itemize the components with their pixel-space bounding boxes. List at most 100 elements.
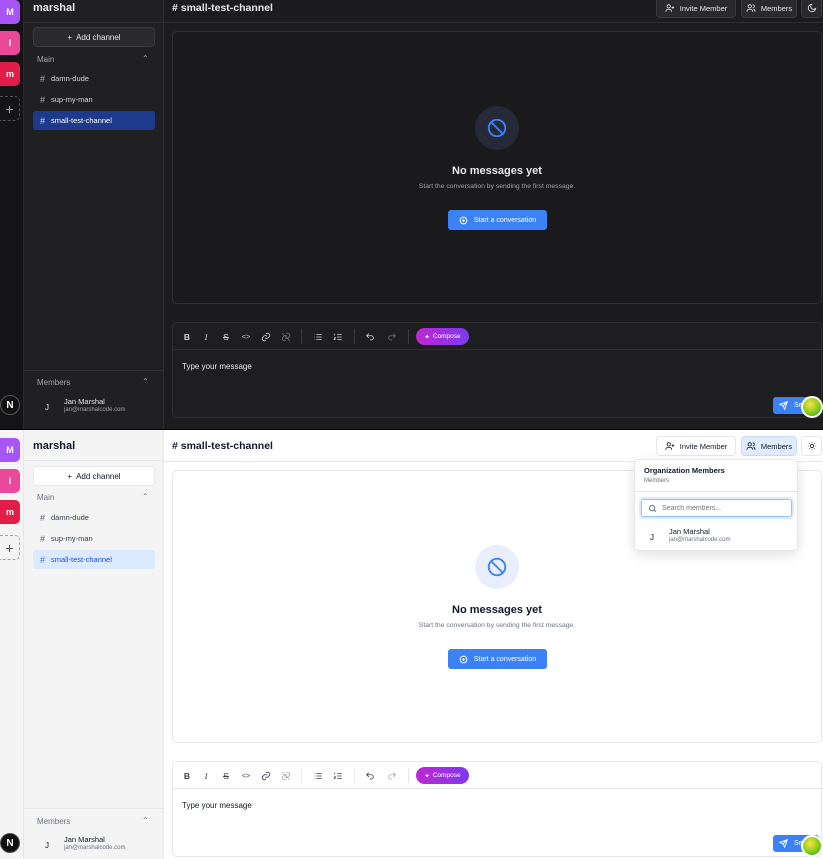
members-button[interactable]: Members [741, 436, 797, 456]
theme-toggle-button[interactable] [801, 0, 822, 18]
bullet-list-button[interactable] [311, 769, 325, 783]
channel-item-small-test-channel[interactable]: # small-test-channel [33, 550, 155, 569]
redo-button[interactable] [385, 769, 399, 783]
sidebar-member[interactable]: J Jan Marshal jan@marshalcode.com [39, 835, 159, 857]
plus-icon: + [67, 471, 73, 481]
add-channel-button[interactable]: + Add channel [33, 466, 155, 486]
link-icon [261, 771, 271, 781]
member-search-box [641, 499, 792, 517]
channel-label: small-test-channel [51, 555, 112, 564]
channel-item-damn-dude[interactable]: # damn-dude [33, 508, 155, 527]
italic-button[interactable]: I [199, 769, 213, 783]
chevron-up-icon[interactable]: ⌃ [142, 377, 149, 386]
search-icon [649, 504, 657, 512]
send-icon [779, 401, 788, 410]
link-icon [261, 332, 271, 342]
plus-circle-icon [459, 216, 468, 224]
divider [173, 349, 823, 350]
add-org-button[interactable]: + [0, 96, 20, 121]
hash-icon: # [40, 554, 46, 565]
code-button[interactable]: <> [239, 769, 253, 783]
org-avatar-m-lower[interactable]: m [0, 62, 20, 86]
redo-icon [388, 772, 396, 780]
user-plus-icon [665, 4, 674, 12]
hash-icon: # [40, 115, 46, 126]
undo-button[interactable] [363, 769, 377, 783]
org-rail: M I m + N [0, 0, 24, 429]
numbered-list-button[interactable] [331, 330, 345, 344]
compose-button[interactable]: ✦ Compose [416, 328, 469, 345]
org-avatar-i[interactable]: I [0, 31, 20, 55]
channel-item-sup-my-man[interactable]: # sup-my-man [33, 529, 155, 548]
hash-icon: # [40, 73, 46, 84]
org-avatar-i[interactable]: I [0, 469, 20, 493]
empty-state-title: No messages yet [452, 165, 542, 177]
divider [164, 22, 823, 23]
divider [408, 329, 409, 344]
channel-sidebar: marshal + Add channel Main ⌃ # damn-dude… [24, 0, 164, 429]
italic-button[interactable]: I [199, 330, 213, 344]
theme-toggle-button[interactable] [801, 436, 822, 456]
divider [354, 329, 355, 344]
member-name: Jan Marshal [669, 527, 710, 536]
divider [301, 329, 302, 344]
user-avatar-bubble[interactable] [801, 396, 823, 418]
empty-state-title: No messages yet [452, 604, 542, 616]
dark-theme-view: M I m + N marshal + Add channel Main ⌃ #… [0, 0, 823, 429]
add-channel-label: Add channel [76, 32, 121, 42]
compose-button[interactable]: ✦ Compose [416, 767, 469, 784]
bullet-list-button[interactable] [311, 330, 325, 344]
list-ordered-icon [333, 333, 342, 340]
org-avatar-m[interactable]: M [0, 438, 20, 462]
members-label: Members [760, 441, 793, 451]
member-name: Jan Marshal [64, 835, 105, 844]
hash-icon: # [40, 512, 46, 523]
members-button[interactable]: Members [741, 0, 797, 18]
list-icon [314, 334, 322, 340]
light-theme-view: M I m + N marshal + Add channel Main ⌃ #… [0, 430, 823, 859]
channel-label: damn-dude [51, 513, 89, 522]
unlink-button[interactable] [279, 769, 293, 783]
empty-state-icon [475, 106, 519, 150]
divider [24, 370, 164, 371]
message-input[interactable]: Type your message [182, 801, 252, 810]
code-button[interactable]: <> [239, 330, 253, 344]
divider [173, 788, 823, 789]
redo-button[interactable] [385, 330, 399, 344]
n-badge-icon[interactable]: N [0, 395, 20, 415]
n-badge-icon[interactable]: N [0, 833, 20, 853]
undo-button[interactable] [363, 330, 377, 344]
start-conversation-button[interactable]: Start a conversation [448, 649, 547, 669]
org-avatar-m[interactable]: M [0, 0, 20, 24]
invite-member-button[interactable]: Invite Member [656, 0, 736, 18]
add-channel-button[interactable]: + Add channel [33, 27, 155, 47]
message-composer: B I S <> ✦ Compose Type your message [172, 761, 823, 857]
add-org-button[interactable]: + [0, 535, 20, 560]
link-button[interactable] [259, 330, 273, 344]
invite-member-label: Invite Member [679, 3, 728, 13]
channel-label: sup-my-man [51, 534, 93, 543]
channel-item-damn-dude[interactable]: # damn-dude [33, 69, 155, 88]
unlink-button[interactable] [279, 330, 293, 344]
popover-member-item[interactable]: J Jan Marshal jan@marshalcode.com [644, 527, 794, 549]
user-avatar-bubble[interactable] [801, 835, 823, 857]
channel-item-sup-my-man[interactable]: # sup-my-man [33, 90, 155, 109]
chevron-up-icon[interactable]: ⌃ [142, 54, 149, 63]
bold-button[interactable]: B [180, 330, 194, 344]
org-avatar-m-lower[interactable]: m [0, 500, 20, 524]
bold-button[interactable]: B [180, 769, 194, 783]
numbered-list-button[interactable] [331, 769, 345, 783]
sidebar-member[interactable]: J Jan Marshal jan@marshalcode.com [39, 397, 159, 419]
message-input[interactable]: Type your message [182, 362, 252, 371]
undo-icon [366, 333, 374, 341]
chevron-up-icon[interactable]: ⌃ [142, 816, 149, 825]
invite-member-button[interactable]: Invite Member [656, 436, 736, 456]
moon-icon [807, 3, 816, 13]
chevron-up-icon[interactable]: ⌃ [142, 492, 149, 501]
link-button[interactable] [259, 769, 273, 783]
start-conversation-button[interactable]: Start a conversation [448, 210, 547, 230]
search-members-input[interactable] [662, 504, 782, 512]
strikethrough-button[interactable]: S [219, 330, 233, 344]
strikethrough-button[interactable]: S [219, 769, 233, 783]
channel-item-small-test-channel[interactable]: # small-test-channel [33, 111, 155, 130]
